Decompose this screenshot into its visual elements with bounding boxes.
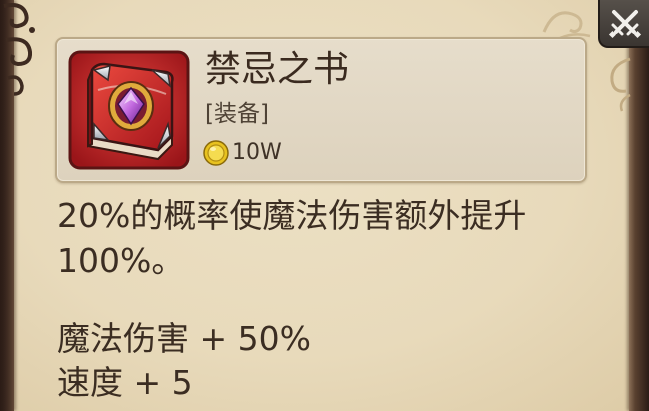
item-tooltip-panel: 禁忌之书 [装备] 10W 20%的概率使魔法伤害额外提升 100%。 魔法伤害…: [0, 0, 649, 411]
gold-coin-icon: [203, 140, 229, 166]
top-right-ornament: [542, 11, 591, 40]
close-button[interactable]: [598, 0, 649, 48]
item-description: 20%的概率使魔法伤害额外提升 100%。: [57, 193, 526, 283]
item-stats: 魔法伤害 + 50% 速度 + 5: [57, 317, 311, 405]
item-name: 禁忌之书: [205, 49, 350, 90]
left-frame-border: [0, 0, 14, 411]
crossed-swords-icon: [608, 10, 641, 39]
right-ornament: [610, 57, 631, 112]
item-price: 10W: [232, 140, 282, 165]
stat-speed: 速度 + 5: [57, 363, 193, 402]
red-book-icon: [68, 50, 190, 170]
right-frame-border: [629, 0, 649, 411]
item-type-label: [装备]: [205, 101, 269, 127]
description-line: 20%的概率使魔法伤害额外提升: [57, 196, 527, 235]
stat-magic-damage: 魔法伤害 + 50%: [57, 319, 311, 358]
description-line: 100%。: [57, 241, 185, 280]
